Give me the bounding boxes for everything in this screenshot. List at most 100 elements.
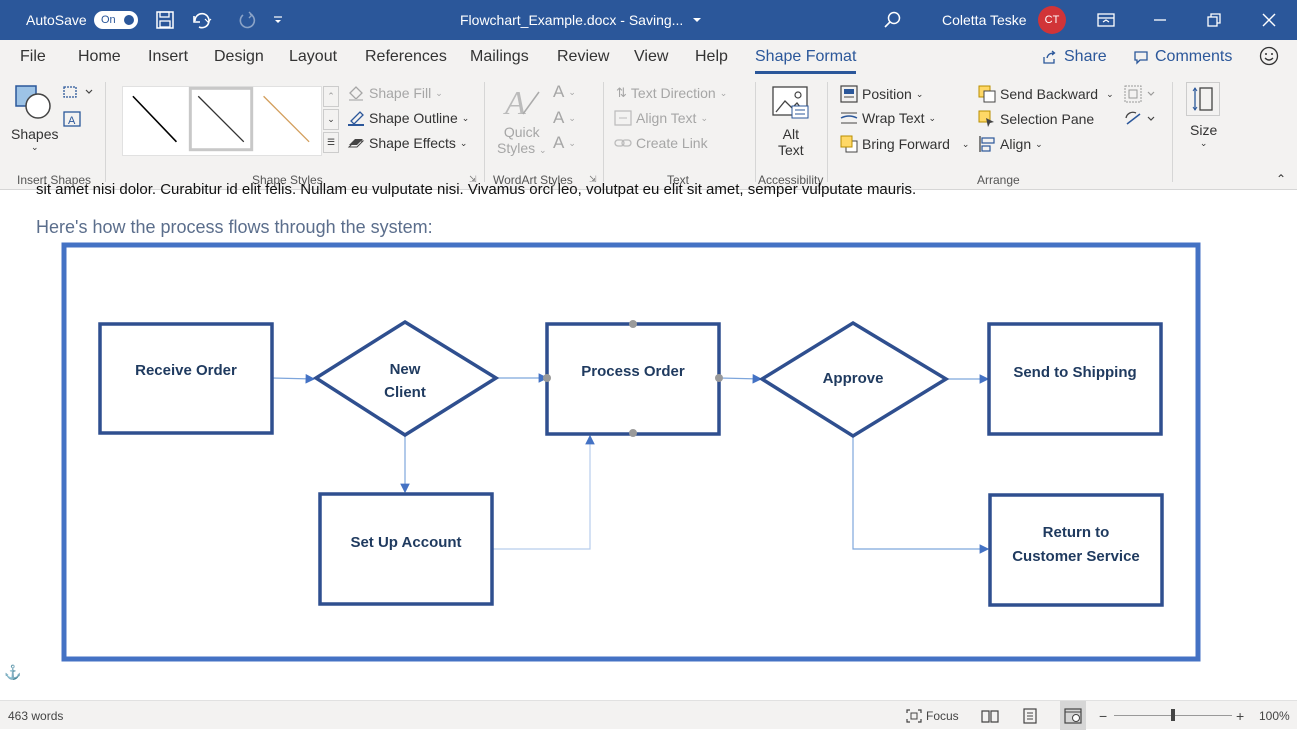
- position-button[interactable]: Position ⌄: [840, 85, 923, 103]
- zoom-level[interactable]: 100%: [1259, 701, 1290, 730]
- tab-layout[interactable]: Layout: [289, 48, 337, 66]
- text-effects-icon[interactable]: A ⌄: [553, 133, 576, 153]
- position-icon: [840, 85, 858, 103]
- connection-point-right[interactable]: [715, 374, 723, 382]
- read-mode-icon[interactable]: [981, 701, 999, 730]
- shapes-gallery-icon[interactable]: [14, 84, 52, 120]
- text-fill-icon[interactable]: A ⌄: [553, 82, 576, 102]
- focus-button[interactable]: Focus: [906, 701, 959, 730]
- shape-outline-label: Shape Outline: [369, 110, 458, 126]
- comments-label: Comments: [1155, 48, 1233, 65]
- node-new-client-label-1: New: [390, 361, 421, 378]
- gallery-more-icon[interactable]: ☰: [323, 132, 339, 153]
- alt-text-button[interactable]: Alt Text: [778, 126, 804, 158]
- tab-shape-format[interactable]: Shape Format: [755, 48, 857, 74]
- rotate-icon[interactable]: [1124, 110, 1158, 128]
- gallery-scroll[interactable]: ⌃ ⌄ ☰: [323, 86, 339, 154]
- text-direction-icon: ⇅: [616, 85, 627, 100]
- size-button[interactable]: Size ⌄: [1190, 122, 1217, 149]
- zoom-out-icon[interactable]: −: [1099, 701, 1107, 730]
- flowchart-canvas[interactable]: Receive Order New Client Process Order A…: [0, 190, 1297, 700]
- anchor-icon[interactable]: ⚓: [4, 664, 21, 681]
- scroll-up-icon[interactable]: ⌃: [323, 86, 339, 107]
- tab-view[interactable]: View: [634, 48, 668, 66]
- shape-effects-label: Shape Effects: [369, 135, 456, 151]
- text-box-icon[interactable]: A: [62, 110, 82, 128]
- shapes-button[interactable]: Shapes ⌄: [11, 126, 58, 153]
- text-outline-icon[interactable]: A ⌄: [553, 108, 576, 128]
- tab-review[interactable]: Review: [557, 48, 609, 66]
- edit-shape-icon[interactable]: [62, 84, 94, 100]
- save-icon[interactable]: [156, 0, 174, 40]
- position-label: Position: [862, 86, 912, 102]
- alt-text-label-1: Alt: [782, 126, 800, 142]
- selection-pane-button[interactable]: Selection Pane: [978, 110, 1094, 128]
- node-process-order-label: Process Order: [581, 363, 685, 380]
- search-icon[interactable]: [884, 0, 902, 40]
- quick-styles-button[interactable]: Quick Styles ⌄: [497, 124, 547, 156]
- tab-insert[interactable]: Insert: [148, 48, 188, 66]
- autosave-toggle[interactable]: On: [94, 11, 138, 29]
- ribbon: Shapes ⌄ A Insert Shapes ⌃ ⌄ ☰ Shape Fil…: [0, 76, 1297, 190]
- connection-point-left[interactable]: [543, 374, 551, 382]
- shape-fill-button[interactable]: Shape Fill ⌄: [347, 85, 443, 101]
- print-layout-icon[interactable]: [1023, 701, 1037, 730]
- word-count[interactable]: 463 words: [8, 701, 63, 730]
- svg-text:A: A: [503, 85, 526, 120]
- tab-help[interactable]: Help: [695, 48, 728, 66]
- tab-file[interactable]: File: [20, 48, 46, 66]
- size-label: Size: [1190, 122, 1218, 138]
- align-label: Align: [1000, 136, 1032, 152]
- align-button[interactable]: Align ⌄: [978, 135, 1043, 153]
- tab-references[interactable]: References: [365, 48, 447, 66]
- tab-design[interactable]: Design: [214, 48, 264, 66]
- wrap-text-button[interactable]: Wrap Text ⌄: [840, 110, 936, 126]
- scroll-down-icon[interactable]: ⌄: [323, 109, 339, 130]
- restore-icon[interactable]: [1207, 0, 1221, 40]
- document-title: Flowchart_Example.docx - Saving...: [460, 12, 684, 28]
- collapse-ribbon-icon[interactable]: ⌃: [1276, 172, 1286, 186]
- customize-toolbar-icon[interactable]: [272, 0, 284, 40]
- ribbon-display-icon[interactable]: [1097, 0, 1115, 40]
- shape-style-gallery[interactable]: [122, 86, 322, 156]
- undo-icon[interactable]: [190, 0, 212, 40]
- share-button[interactable]: Share: [1042, 48, 1107, 66]
- zoom-slider-thumb[interactable]: [1171, 709, 1175, 721]
- send-backward-button[interactable]: Send Backward ⌄: [978, 85, 1114, 103]
- feedback-smiley-icon[interactable]: [1259, 46, 1279, 71]
- close-icon[interactable]: [1262, 0, 1276, 40]
- avatar[interactable]: CT: [1038, 6, 1066, 34]
- connection-point-top[interactable]: [629, 320, 637, 328]
- group-objects-icon[interactable]: [1124, 85, 1158, 103]
- user-name[interactable]: Coletta Teske: [942, 0, 1027, 40]
- node-approve-label: Approve: [823, 370, 884, 387]
- bring-forward-icon: [840, 135, 858, 153]
- shape-outline-button[interactable]: Shape Outline ⌄: [347, 110, 469, 126]
- tab-mailings[interactable]: Mailings: [470, 48, 529, 66]
- zoom-in-icon[interactable]: +: [1236, 701, 1244, 730]
- share-label: Share: [1064, 48, 1107, 65]
- alt-text-label-2: Text: [778, 142, 804, 158]
- shape-effects-button[interactable]: Shape Effects ⌄: [347, 135, 467, 151]
- connection-point-bottom[interactable]: [629, 429, 637, 437]
- focus-label: Focus: [926, 708, 959, 723]
- tab-home[interactable]: Home: [78, 48, 121, 66]
- web-layout-icon[interactable]: [1060, 701, 1086, 730]
- redo-icon[interactable]: [236, 0, 258, 40]
- zoom-slider[interactable]: [1114, 701, 1232, 730]
- align-text-label: Align Text: [636, 110, 697, 126]
- size-icon[interactable]: [1186, 82, 1220, 116]
- wordart-a-icon: A: [503, 84, 543, 120]
- align-text-button[interactable]: Align Text ⌄: [614, 110, 708, 126]
- link-icon: [614, 139, 632, 147]
- comment-icon: [1134, 51, 1148, 65]
- bring-forward-button[interactable]: Bring Forward ⌄: [840, 135, 969, 153]
- comments-button[interactable]: Comments: [1133, 48, 1232, 66]
- selection-pane-label: Selection Pane: [1000, 111, 1095, 127]
- title-dropdown-icon[interactable]: [692, 0, 702, 40]
- text-direction-button[interactable]: ⇅ Text Direction ⌄: [616, 85, 727, 101]
- create-link-button[interactable]: Create Link: [614, 135, 708, 151]
- alt-text-icon[interactable]: [772, 86, 810, 120]
- minimize-icon[interactable]: [1153, 0, 1167, 40]
- node-return-label-2: Customer Service: [1012, 548, 1140, 565]
